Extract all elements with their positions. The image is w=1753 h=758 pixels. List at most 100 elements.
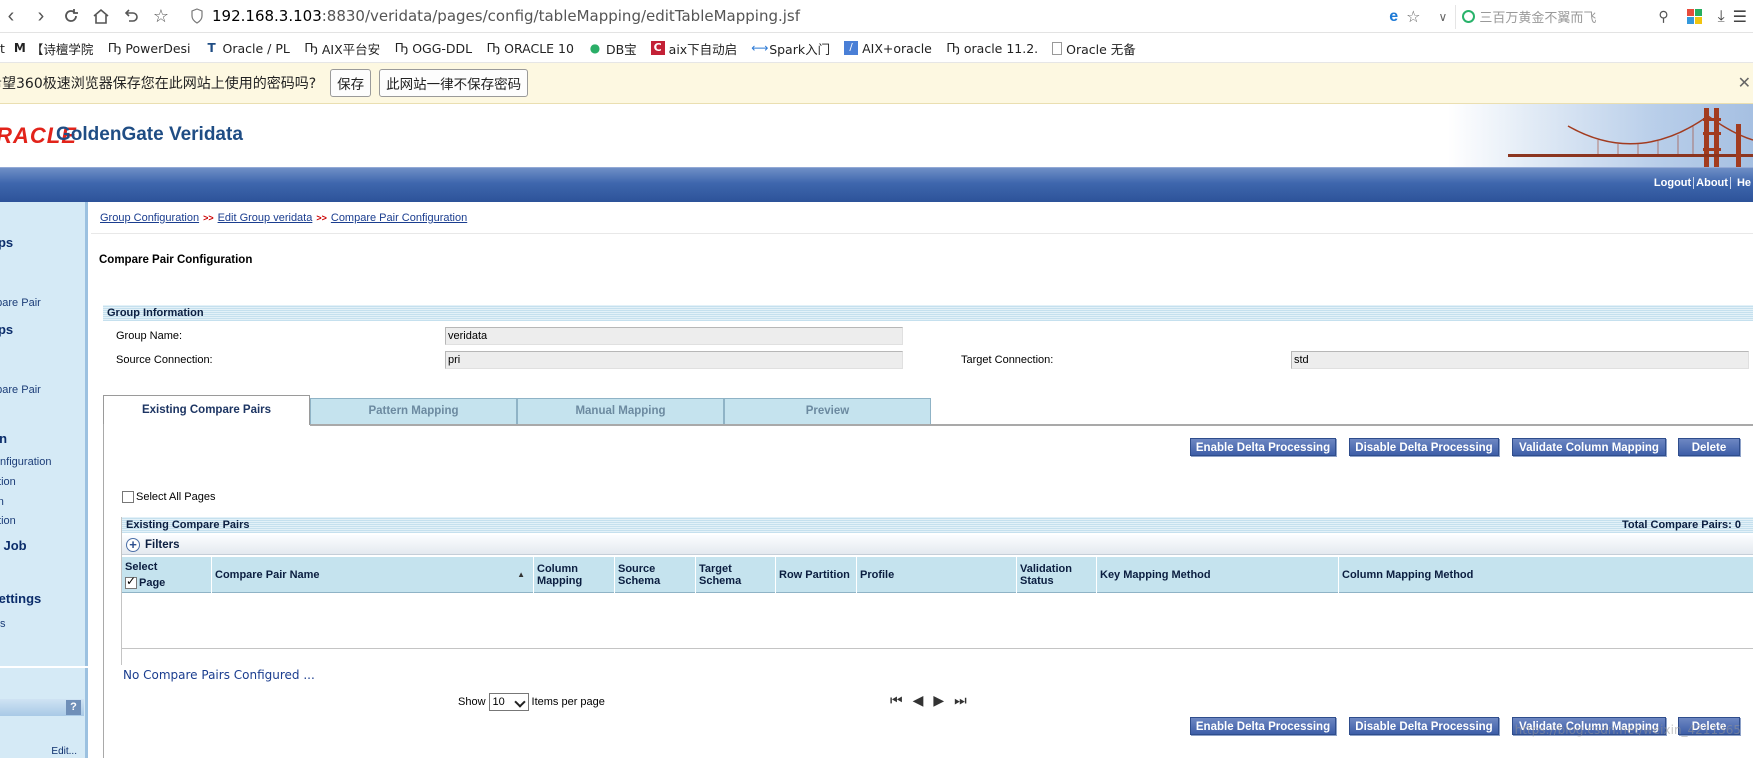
bookmark-item[interactable]: ⟷ Spark入门 bbox=[751, 39, 830, 58]
delete-button[interactable]: Delete bbox=[1678, 438, 1740, 456]
edit-link[interactable]: Edit... bbox=[51, 746, 77, 757]
column-header-validation-status[interactable]: Validation Status bbox=[1017, 557, 1097, 593]
browser-right-tools: e ☆ ∨ 三百万黄金不翼而飞 ⚲ ⤓ ☰ bbox=[1389, 0, 1753, 33]
sidebar-item[interactable]: mpare Pair bbox=[0, 297, 41, 309]
sidebar-item[interactable]: ups bbox=[0, 235, 13, 250]
reload-icon[interactable] bbox=[56, 1, 86, 31]
bookmark-item[interactable]: Ҧ ORACLE 10 bbox=[486, 41, 574, 56]
next-page-icon[interactable]: ▶ bbox=[933, 692, 944, 709]
help-link[interactable]: He bbox=[1731, 177, 1753, 189]
sidebar-item[interactable]: guration bbox=[0, 515, 16, 527]
bookmark-item[interactable]: Caix下自动启 bbox=[650, 39, 737, 58]
wechat-icon: ● bbox=[589, 41, 601, 55]
page-title: Compare Pair Configuration bbox=[99, 254, 253, 266]
sidebar-item[interactable]: Settings bbox=[0, 591, 41, 606]
logout-link[interactable]: Logout bbox=[1652, 177, 1695, 189]
last-page-icon[interactable]: ⏭ bbox=[954, 692, 967, 709]
bookmark-item[interactable]: Ҧ PowerDesi bbox=[107, 41, 191, 56]
column-header-column-mapping[interactable]: Column Mapping bbox=[534, 557, 615, 593]
column-header-column-mapping-method[interactable]: Column Mapping Method bbox=[1339, 557, 1753, 593]
column-header-key-mapping-method[interactable]: Key Mapping Method bbox=[1097, 557, 1339, 593]
expand-plus-icon[interactable]: + bbox=[126, 537, 140, 552]
bookmark-star-icon[interactable]: ☆ bbox=[146, 1, 176, 31]
previous-page-icon[interactable]: ◀ bbox=[913, 692, 924, 709]
pager-navigation: ⏮ ◀ ▶ ⏭ bbox=[890, 692, 967, 709]
tab-preview[interactable]: Preview bbox=[724, 398, 931, 425]
bookmark-item[interactable]: Oracle 无备 bbox=[1052, 39, 1136, 58]
bookmark-item[interactable]: / AIX+oracle bbox=[844, 41, 932, 56]
column-header-target-schema[interactable]: Target Schema bbox=[696, 557, 776, 593]
group-name-label: Group Name: bbox=[116, 330, 183, 342]
column-header-profile[interactable]: Profile bbox=[857, 557, 1017, 593]
sidebar-item[interactable]: ups bbox=[0, 322, 13, 337]
bookmark-item[interactable]: T Oracle / PL bbox=[205, 41, 289, 56]
items-per-page-label: Items per page bbox=[531, 696, 605, 708]
breadcrumb-separator: >> bbox=[316, 213, 327, 223]
column-header-source-schema[interactable]: Source Schema bbox=[615, 557, 696, 593]
forward-icon[interactable]: › bbox=[26, 1, 56, 31]
disable-delta-button-bottom[interactable]: Disable Delta Processing bbox=[1349, 717, 1499, 735]
save-password-button[interactable]: 保存 bbox=[330, 69, 372, 97]
url-host: 192.168.3.103 bbox=[212, 7, 322, 25]
url-field[interactable]: 192.168.3.103:8830/veridata/pages/config… bbox=[190, 7, 800, 25]
enable-delta-button-bottom[interactable]: Enable Delta Processing bbox=[1190, 717, 1336, 735]
bookmark-item[interactable]: ● DB宝 bbox=[588, 39, 637, 58]
disable-delta-button[interactable]: Disable Delta Processing bbox=[1349, 438, 1499, 456]
bookmark-item[interactable]: Ҧ AIX平台安 bbox=[304, 39, 380, 58]
breadcrumb-item[interactable]: Group Configuration bbox=[100, 212, 199, 224]
about-link[interactable]: About bbox=[1694, 177, 1731, 189]
back-icon[interactable]: ‹ bbox=[0, 1, 26, 31]
empty-message: No Compare Pairs Configured ... bbox=[123, 668, 315, 682]
close-icon[interactable]: ✕ bbox=[1738, 73, 1751, 92]
filters-toggle[interactable]: + Filters bbox=[122, 535, 1753, 555]
home-icon[interactable] bbox=[86, 1, 116, 31]
validate-column-mapping-button[interactable]: Validate Column Mapping bbox=[1512, 438, 1666, 456]
search-input[interactable]: 三百万黄金不翼而飞 bbox=[1455, 4, 1650, 29]
column-header-compare-pair-name[interactable]: Compare Pair Name ▲ bbox=[212, 557, 534, 593]
chevron-down-icon[interactable]: ∨ bbox=[1439, 10, 1448, 24]
undo-icon[interactable] bbox=[116, 1, 146, 31]
sidebar-item[interactable]: mpare Pair bbox=[0, 384, 41, 396]
menu-icon[interactable]: ☰ bbox=[1733, 7, 1747, 27]
top-nav-strip: Logout About He bbox=[0, 167, 1753, 202]
breadcrumb-item[interactable]: Edit Group veridata bbox=[218, 212, 313, 224]
bookmark-item[interactable]: Ҧoracle 11.2. bbox=[946, 41, 1038, 56]
sidebar-item[interactable]: ation bbox=[0, 431, 7, 446]
sidebar-item[interactable]: Configuration bbox=[0, 456, 51, 468]
apps-icon[interactable] bbox=[1686, 9, 1702, 24]
page-icon bbox=[1052, 41, 1063, 55]
pager: Show 10 Items per page bbox=[458, 693, 605, 711]
bookmark-item[interactable]: M 【诗檀学院 bbox=[13, 39, 94, 58]
download-icon[interactable]: ⤓ bbox=[1718, 8, 1725, 26]
sidebar-item[interactable]: ation bbox=[0, 496, 4, 508]
search-icon[interactable]: ⚲ bbox=[1658, 8, 1668, 25]
password-prompt: 希望360极速浏览器保存您在此网站上使用的密码吗? bbox=[0, 76, 317, 92]
first-page-icon[interactable]: ⏮ bbox=[890, 692, 903, 709]
left-sidebar: ups mpare Pair ups mpare Pair ation Conf… bbox=[0, 202, 88, 666]
bookmark-item[interactable]: Ҧ OGG-DDL bbox=[394, 41, 472, 56]
ie-engine-icon[interactable]: e bbox=[1389, 8, 1398, 26]
page-header-label: Page bbox=[139, 577, 166, 589]
source-connection-label: Source Connection: bbox=[116, 354, 213, 366]
favorite-icon[interactable]: ☆ bbox=[1406, 7, 1420, 27]
tab-pattern-mapping[interactable]: Pattern Mapping bbox=[310, 398, 517, 425]
sidebar-item[interactable]: guration bbox=[0, 476, 16, 488]
sidebar-item[interactable]: rate Job bbox=[0, 538, 27, 553]
tab-existing-compare-pairs[interactable]: Existing Compare Pairs bbox=[103, 395, 310, 425]
breadcrumb-item[interactable]: Compare Pair Configuration bbox=[331, 212, 467, 224]
help-icon[interactable]: ? bbox=[66, 700, 81, 715]
shield-icon bbox=[191, 8, 203, 24]
group-name-field: veridata bbox=[445, 327, 903, 345]
column-header-row-partition[interactable]: Row Partition bbox=[776, 557, 857, 593]
select-page-checkbox[interactable] bbox=[125, 575, 137, 589]
grid-total: Total Compare Pairs: 0 bbox=[1622, 519, 1741, 531]
never-save-button[interactable]: 此网站一律不保存密码 bbox=[379, 69, 529, 97]
bookmark-partial: t bbox=[0, 40, 5, 56]
sort-ascending-icon[interactable]: ▲ bbox=[517, 569, 525, 581]
page-size-select[interactable]: 10 bbox=[488, 693, 529, 711]
enable-delta-button[interactable]: Enable Delta Processing bbox=[1190, 438, 1336, 456]
sidebar-item[interactable]: files bbox=[0, 618, 6, 630]
bookmark-icon: Ҧ bbox=[486, 41, 500, 55]
select-all-pages-checkbox[interactable] bbox=[122, 491, 134, 503]
tab-manual-mapping[interactable]: Manual Mapping bbox=[517, 398, 724, 425]
